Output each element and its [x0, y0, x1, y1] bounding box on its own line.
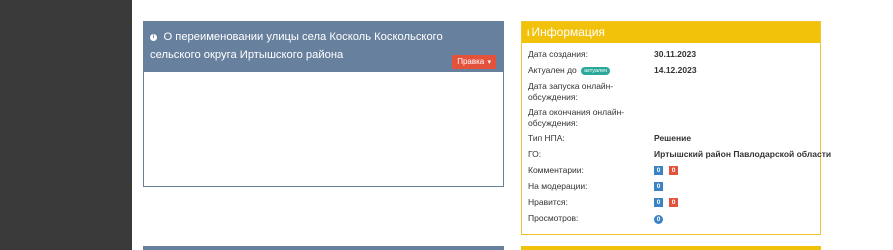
info-row-label: Комментарии:: [528, 165, 584, 175]
info-row-label: ГО:: [528, 149, 542, 159]
info-row-label-wrap: Актуален до актуален: [528, 65, 640, 76]
document-panel: i О переименовании улицы села Косколь Ко…: [143, 21, 504, 187]
chevron-down-icon: ▾: [487, 59, 491, 66]
view-counts: 0: [654, 213, 663, 224]
info-row-label: Тип НПА:: [528, 133, 565, 143]
next-info-panel-edge: [521, 246, 821, 250]
info-row-label: Актуален до: [528, 65, 577, 75]
info-row-label: Нравится:: [528, 197, 568, 207]
info-row-value: Решение: [654, 133, 692, 143]
count-badge-red[interactable]: 0: [669, 166, 678, 176]
info-panel-title: Информация: [531, 25, 605, 39]
info-row-value: 30.11.2023: [654, 49, 697, 59]
like-counts: 00: [654, 197, 684, 208]
next-document-panel-edge: [143, 246, 504, 250]
info-row-label: Дата запуска онлайн-обсуждения:: [528, 81, 614, 102]
moderation-counts: 0: [654, 181, 669, 192]
status-badge: актуален: [581, 67, 611, 75]
info-row-value: Иртышский район Павлодарской области: [654, 149, 832, 159]
count-badge-blue[interactable]: 0: [654, 198, 663, 208]
views-badge: 0: [654, 215, 663, 224]
comment-counts: 00: [654, 165, 684, 176]
left-sidebar: [0, 0, 132, 250]
info-row-value: 14.12.2023: [654, 65, 697, 75]
edit-button[interactable]: Правка ▾: [452, 55, 496, 69]
edit-button-label: Правка: [457, 57, 485, 66]
info-row-label: На модерации:: [528, 181, 588, 191]
info-panel: i Информация Дата создания: 30.11.2023 Ак…: [521, 21, 831, 235]
info-row-label: Просмотров:: [528, 213, 579, 223]
info-icon: i: [527, 28, 530, 38]
document-title: О переименовании улицы села Косколь Коск…: [150, 31, 443, 61]
document-panel-header: i О переименовании улицы села Косколь Ко…: [144, 22, 503, 72]
count-badge-blue[interactable]: 0: [654, 166, 663, 176]
info-row-label: Дата создания:: [528, 49, 588, 59]
info-row-label: Дата окончания онлайн-обсуждения:: [528, 107, 625, 128]
count-badge-red[interactable]: 0: [669, 198, 678, 208]
info-panel-header: i Информация: [522, 22, 820, 43]
count-badge-blue[interactable]: 0: [654, 182, 663, 192]
info-circle-icon: i: [150, 34, 157, 41]
